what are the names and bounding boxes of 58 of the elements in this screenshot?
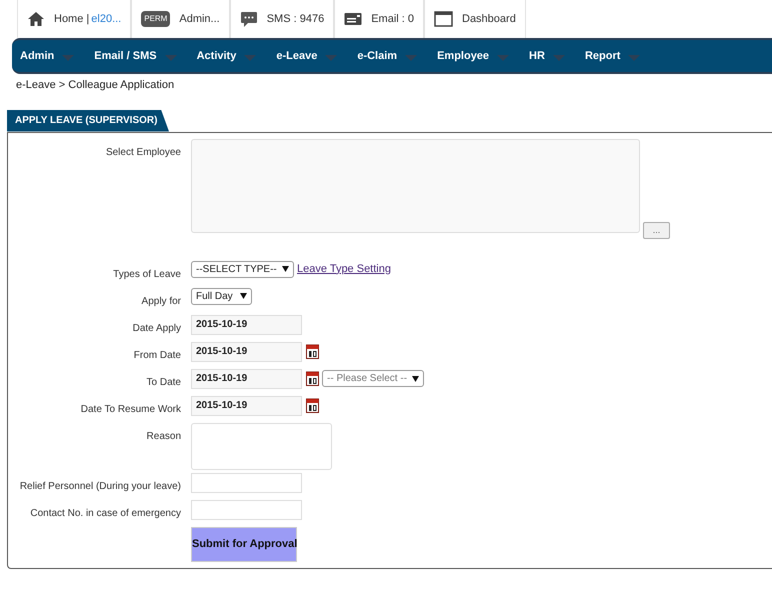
leave-type-setting-link[interactable]: Leave Type Setting xyxy=(297,260,391,278)
perm-badge: PERM xyxy=(141,11,170,27)
window-icon xyxy=(434,11,453,27)
leave-type-select[interactable]: --SELECT TYPE-- xyxy=(191,260,294,278)
breadcrumb: e-Leave > Colleague Application xyxy=(16,78,176,93)
calendar-icon[interactable] xyxy=(306,371,319,386)
text-field[interactable] xyxy=(191,500,302,520)
date-field[interactable]: 2015-10-19 xyxy=(191,342,302,362)
nav-menu-item[interactable]: Activity xyxy=(196,48,256,64)
caret-icon xyxy=(405,55,418,61)
submit-button[interactable]: Submit for Approval xyxy=(191,526,297,562)
nav-menu-item[interactable]: e-Leave xyxy=(276,48,338,64)
top-bar-link[interactable]: SMS : 9476 xyxy=(266,10,324,28)
apply-for-select[interactable]: Full Day xyxy=(191,288,252,304)
envelope-icon xyxy=(344,12,362,26)
chat-icon xyxy=(240,10,258,28)
date-field[interactable]: 2015-10-19 xyxy=(191,314,302,334)
dropdown-arrow-icon xyxy=(282,266,289,272)
caret-icon xyxy=(552,55,565,61)
dropdown-arrow-icon xyxy=(412,376,419,382)
top-bar-link[interactable]: Home | xyxy=(54,10,90,28)
calendar-icon[interactable] xyxy=(306,344,319,359)
date-field[interactable]: 2015-10-19 xyxy=(191,368,302,388)
field-label: From Date xyxy=(134,348,181,362)
field-label: Date To Resume Work xyxy=(80,402,181,416)
field-label: Contact No. in case of emergency xyxy=(30,506,181,520)
text-field[interactable] xyxy=(191,472,302,492)
employee-field[interactable] xyxy=(191,138,640,232)
field-label: Apply for xyxy=(142,294,181,308)
nav-menu-item[interactable]: Report xyxy=(584,48,640,64)
calendar-icon[interactable] xyxy=(306,398,319,413)
caret-icon xyxy=(62,55,74,61)
nav-menu-item[interactable]: Admin xyxy=(20,48,74,64)
nav-menu-item[interactable]: Email / SMS xyxy=(94,48,177,64)
nav-menu-item[interactable]: e-Claim xyxy=(357,48,418,64)
browse-button[interactable]: ... xyxy=(643,222,670,238)
period-select[interactable]: -- Please Select -- xyxy=(322,370,424,387)
field-label: To Date xyxy=(146,376,181,390)
dropdown-arrow-icon xyxy=(240,293,247,299)
caret-icon xyxy=(628,55,640,61)
reason-field[interactable] xyxy=(191,422,332,470)
top-bar-link[interactable]: Dashboard xyxy=(462,10,516,28)
top-bar-link[interactable]: Email : 0 xyxy=(371,10,414,28)
field-label: Relief Personnel (During your leave) xyxy=(20,480,181,494)
nav-menu-item[interactable]: Employee xyxy=(437,48,510,64)
top-bar-link[interactable]: Admin... xyxy=(179,10,220,28)
field-label: Date Apply xyxy=(132,322,181,336)
field-label: Types of Leave xyxy=(113,268,181,282)
nav-menu-item[interactable]: HR xyxy=(529,48,565,64)
user-link[interactable]: el20... xyxy=(91,10,122,28)
caret-icon xyxy=(497,55,510,61)
field-label: Reason xyxy=(146,430,181,444)
field-label: Select Employee xyxy=(106,146,181,160)
caret-icon xyxy=(325,55,338,61)
caret-icon xyxy=(164,55,177,61)
date-field[interactable]: 2015-10-19 xyxy=(191,396,302,416)
caret-icon xyxy=(244,55,256,61)
home-icon xyxy=(27,11,45,27)
